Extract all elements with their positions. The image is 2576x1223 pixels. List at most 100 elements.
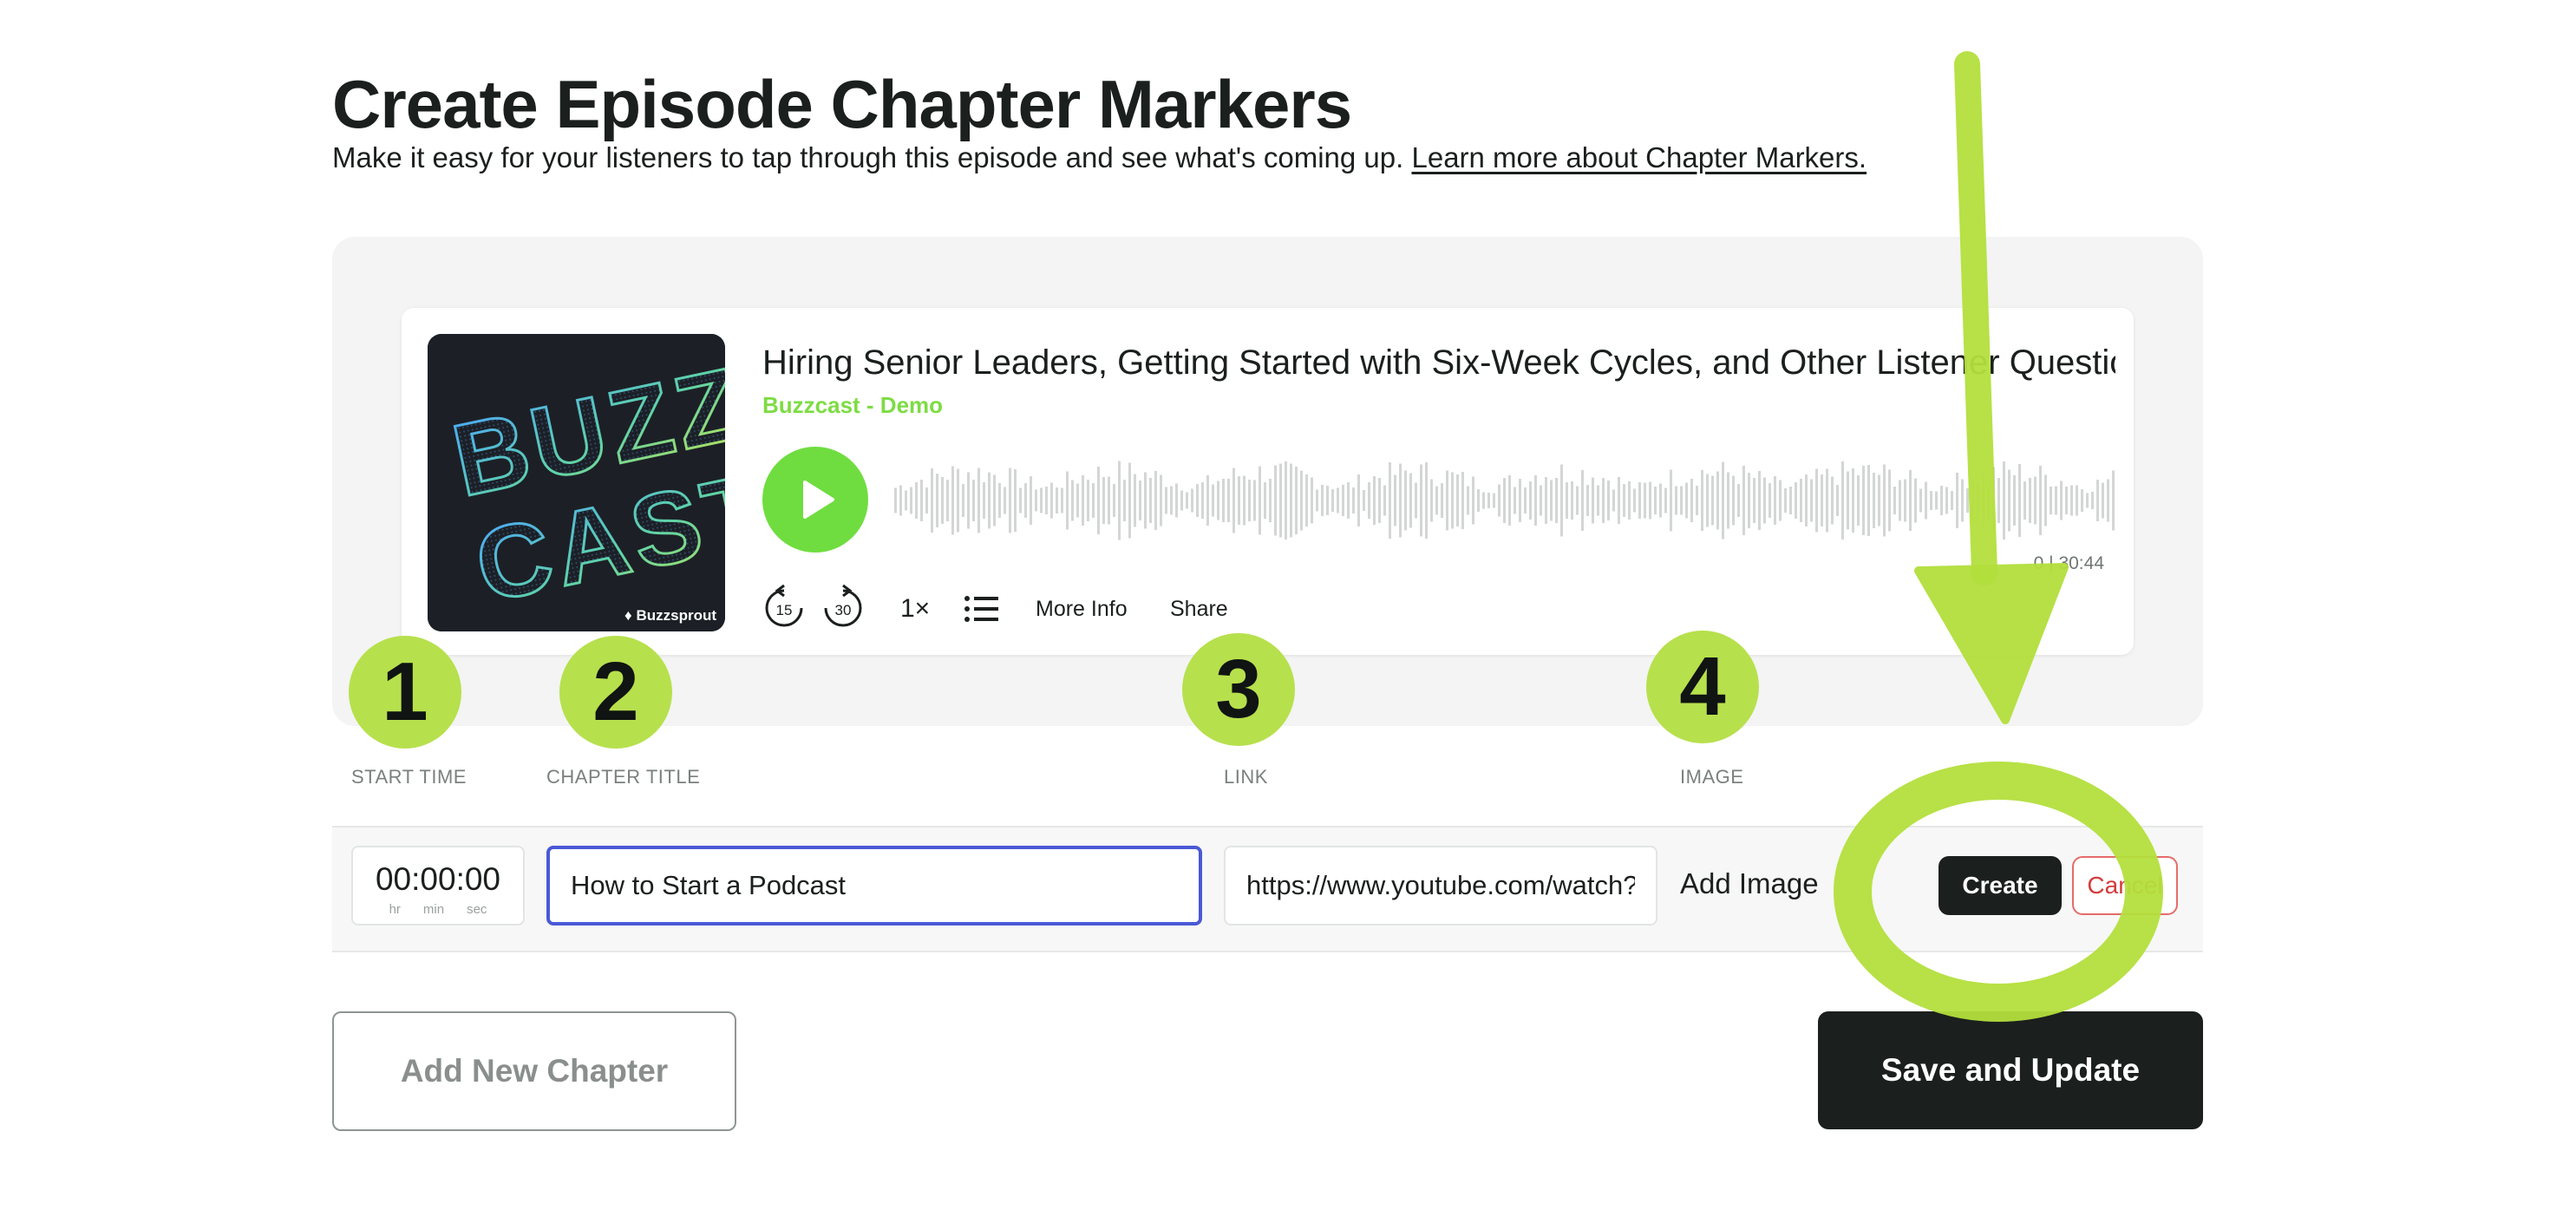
waveform-bar: [1061, 487, 1063, 513]
waveform-bar: [1763, 477, 1766, 524]
waveform-bar: [1128, 462, 1131, 539]
waveform-bar: [1883, 464, 1886, 537]
waveform-bar: [1430, 479, 1433, 522]
waveform-bar: [1758, 471, 1761, 530]
waveform-bar: [1821, 474, 1823, 526]
page-subtitle: Make it easy for your listeners to tap t…: [332, 139, 1867, 177]
more-info-button[interactable]: More Info: [1036, 597, 1128, 622]
waveform-bar: [962, 484, 964, 517]
waveform-bar: [2024, 481, 2026, 520]
waveform-bar: [1592, 477, 1594, 524]
chapter-title-input[interactable]: [546, 846, 1202, 925]
waveform-bar: [1514, 487, 1516, 514]
waveform-bar: [1472, 476, 1474, 525]
waveform-bar: [1259, 466, 1261, 535]
time-readout: 0 | 30:44: [2033, 553, 2104, 573]
waveform-bar: [1550, 480, 1553, 521]
waveform-bar: [1857, 475, 1860, 526]
waveform-bar: [951, 466, 954, 535]
waveform-bar: [1087, 480, 1089, 521]
waveform-bar: [2034, 476, 2037, 525]
waveform-bar: [1555, 478, 1558, 523]
waveform-bar: [1071, 480, 1074, 521]
waveform-bar: [1206, 475, 1209, 526]
waveform-bar: [1654, 487, 1657, 514]
waveform-bar: [1795, 482, 1797, 519]
waveform-bar: [1519, 479, 1521, 522]
waveform-bar: [1878, 474, 1880, 526]
chapters-list-button[interactable]: [964, 594, 1000, 624]
waveform-bar: [1737, 484, 1740, 517]
audio-waveform[interactable]: [894, 457, 2117, 544]
waveform-bar: [1180, 490, 1183, 511]
waveform-bar: [1290, 463, 1292, 538]
waveform-bar: [1165, 487, 1167, 514]
speed-button[interactable]: 1×: [900, 594, 930, 624]
chapter-link-input[interactable]: [1224, 846, 1657, 925]
start-time-label: START TIME: [351, 766, 467, 788]
skip-back-button[interactable]: 15: [762, 584, 806, 632]
waveform-bar: [1321, 485, 1324, 516]
waveform-bar: [1644, 482, 1646, 519]
waveform-bar: [1847, 471, 1849, 530]
waveform-bar: [1378, 478, 1381, 523]
waveform-bar: [1628, 481, 1631, 520]
waveform-bar: [1035, 489, 1037, 512]
waveform-bar: [1056, 487, 1058, 513]
time-units: hr min sec: [353, 902, 523, 917]
waveform-bar: [1066, 471, 1069, 530]
waveform-bar: [915, 482, 918, 519]
learn-more-link[interactable]: Learn more about Chapter Markers.: [1411, 141, 1867, 173]
waveform-bar: [1487, 493, 1490, 508]
waveform-bar: [1904, 479, 1906, 522]
waveform-bar: [1118, 461, 1121, 540]
waveform-bar: [2013, 475, 2016, 526]
waveform-bar: [1420, 464, 1422, 537]
waveform-bar: [1753, 478, 1755, 523]
start-time-input[interactable]: 00:00:00 hr min sec: [351, 846, 525, 925]
waveform-bar: [1899, 480, 1901, 521]
create-button[interactable]: Create: [1939, 856, 2062, 915]
waveform-bar: [1389, 462, 1391, 539]
waveform-bar: [1316, 489, 1318, 512]
waveform-bar: [1409, 473, 1412, 528]
skip-forward-button[interactable]: 30: [821, 584, 865, 632]
waveform-bar: [1831, 476, 1834, 525]
waveform-bar: [1742, 466, 1745, 535]
list-icon: [964, 596, 998, 622]
svg-text:15: 15: [776, 602, 793, 618]
waveform-bar: [1498, 484, 1500, 517]
waveform-bar: [1893, 487, 1896, 514]
play-button[interactable]: [762, 447, 868, 553]
cancel-button[interactable]: Cancel: [2072, 856, 2178, 915]
waveform-bar: [1810, 479, 1813, 522]
waveform-bar: [1800, 479, 1802, 522]
play-icon: [803, 481, 834, 519]
waveform-bar: [1852, 468, 1854, 533]
waveform-bar: [1675, 486, 1677, 515]
waveform-bar: [1045, 487, 1048, 514]
waveform-bar: [1415, 482, 1417, 519]
waveform-bar: [925, 487, 928, 513]
waveform-bar: [1623, 484, 1625, 517]
waveform-bar: [1732, 475, 1735, 526]
logo-mark-icon: ♦: [624, 607, 632, 624]
waveform-bar: [1607, 481, 1610, 520]
waveform-bar: [1456, 474, 1459, 526]
share-button[interactable]: Share: [1170, 597, 1228, 622]
waveform-bar: [1789, 487, 1792, 514]
waveform-bar: [1311, 477, 1313, 524]
waveform-bar: [1997, 478, 2000, 523]
add-image-button[interactable]: Add Image: [1680, 867, 1819, 900]
add-new-chapter-button[interactable]: Add New Chapter: [332, 1011, 736, 1131]
waveform-bar: [1102, 477, 1105, 524]
chapter-title-label: CHAPTER TITLE: [546, 766, 701, 788]
waveform-bar: [1971, 480, 1974, 521]
waveform-bar: [2050, 487, 2052, 514]
show-name[interactable]: Buzzcast - Demo: [762, 392, 943, 419]
waveform-bar: [1144, 472, 1147, 529]
waveform-bar: [2096, 480, 2099, 521]
save-and-update-button[interactable]: Save and Update: [1818, 1011, 2203, 1129]
waveform-bar: [1368, 482, 1370, 519]
episode-artwork: BUZZ CAST ♦ Buzzsprout: [428, 334, 725, 631]
